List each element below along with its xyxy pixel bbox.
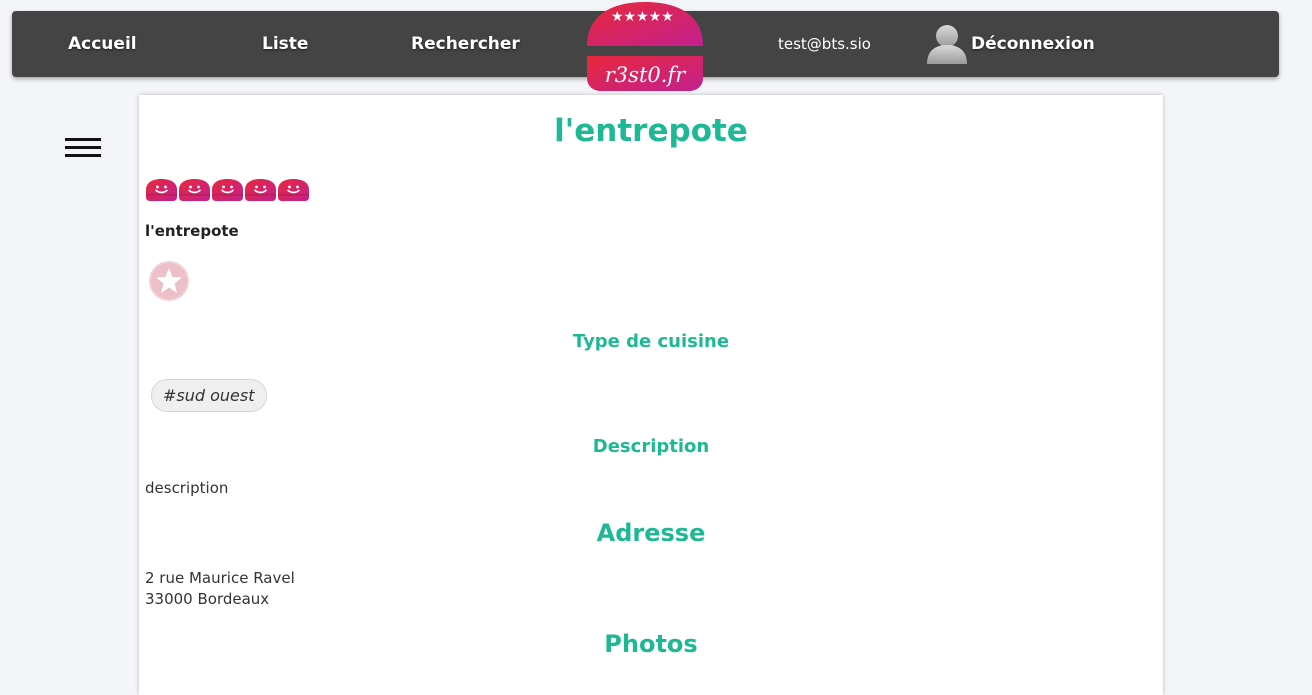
address-heading: Adresse — [596, 519, 706, 547]
svg-text:★★★★★: ★★★★★ — [611, 9, 674, 25]
smiley-icon — [212, 179, 243, 201]
rating-smileys — [145, 178, 310, 202]
restaurant-name: l'entrepote — [145, 222, 239, 240]
smiley-icon — [278, 179, 309, 201]
user-email: test@bts.sio — [778, 35, 871, 53]
logo-stars: ★★★★★ — [611, 9, 674, 25]
description-text: description — [145, 479, 229, 497]
user-silhouette-icon — [927, 25, 967, 64]
smiley-icon — [245, 179, 276, 201]
nav-home-link[interactable]: Accueil — [68, 11, 137, 77]
photos-heading: Photos — [604, 630, 698, 658]
logout-link[interactable]: Déconnexion — [971, 11, 1095, 77]
address-line-2: 33000 Bordeaux — [145, 590, 270, 608]
description-heading: Description — [592, 436, 710, 457]
hamburger-menu-icon[interactable] — [65, 138, 101, 160]
smiley-icon — [179, 179, 210, 201]
smiley-icon — [146, 179, 177, 201]
nav-search-link[interactable]: Rechercher — [411, 11, 520, 77]
logo-text: r3st0.fr — [605, 63, 687, 87]
address-line-1: 2 rue Maurice Ravel — [145, 569, 295, 587]
site-logo[interactable]: ★★★★★ r3st0.fr — [585, 2, 705, 92]
favorite-star-icon[interactable] — [148, 260, 190, 302]
cuisine-heading: Type de cuisine — [572, 331, 730, 352]
cuisine-tag[interactable]: #sud ouest — [151, 379, 267, 412]
nav-list-link[interactable]: Liste — [262, 11, 308, 77]
restaurant-title: l'entrepote — [554, 113, 748, 149]
